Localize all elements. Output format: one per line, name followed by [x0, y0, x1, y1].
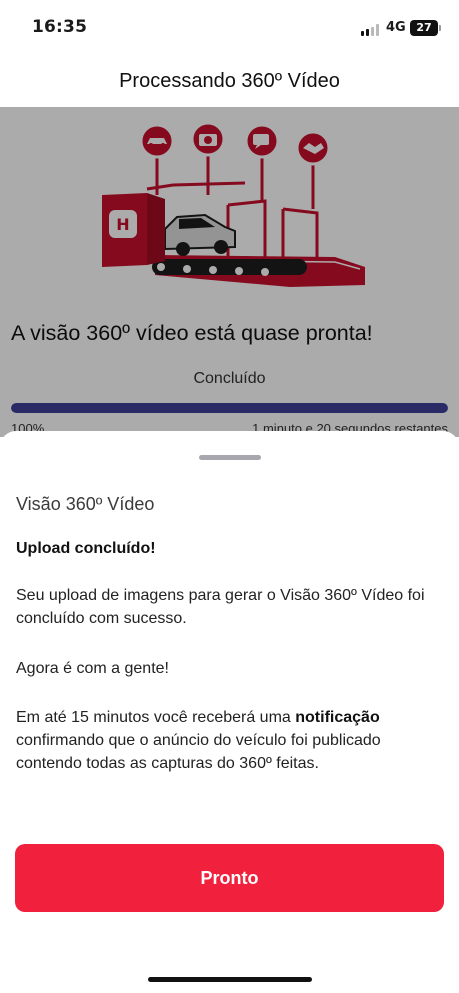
sheet-subtitle: Upload concluído! [16, 540, 156, 557]
notification-keyword: notificação [295, 709, 380, 726]
signal-icon [361, 24, 381, 36]
bottom-sheet: Visão 360º Vídeo Upload concluído! Seu u… [0, 431, 459, 993]
page-title: Processando 360º Vídeo [119, 70, 340, 92]
done-button[interactable]: Pronto [15, 844, 444, 912]
modal-scrim[interactable] [0, 107, 459, 437]
home-indicator [148, 977, 312, 982]
network-type: 4G [386, 20, 406, 35]
paragraph-3-prefix: Em até 15 minutos você receberá uma [16, 709, 296, 726]
sheet-paragraph-2: Agora é com a gente! [16, 660, 169, 677]
header: Processando 360º Vídeo [0, 56, 459, 107]
status-bar: 16:35 4G 27 [0, 0, 459, 56]
paragraph-3-suffix: confirmando que o anúncio do veículo foi… [16, 732, 381, 772]
sheet-title: Visão 360º Vídeo [16, 494, 155, 514]
sheet-paragraph-3: Em até 15 minutos você receberá uma noti… [16, 706, 446, 775]
sheet-paragraph-1: Seu upload de imagens para gerar o Visão… [16, 587, 425, 627]
status-time: 16:35 [32, 17, 88, 37]
sheet-drag-handle[interactable] [199, 455, 261, 460]
battery-icon: 27 [410, 20, 441, 36]
